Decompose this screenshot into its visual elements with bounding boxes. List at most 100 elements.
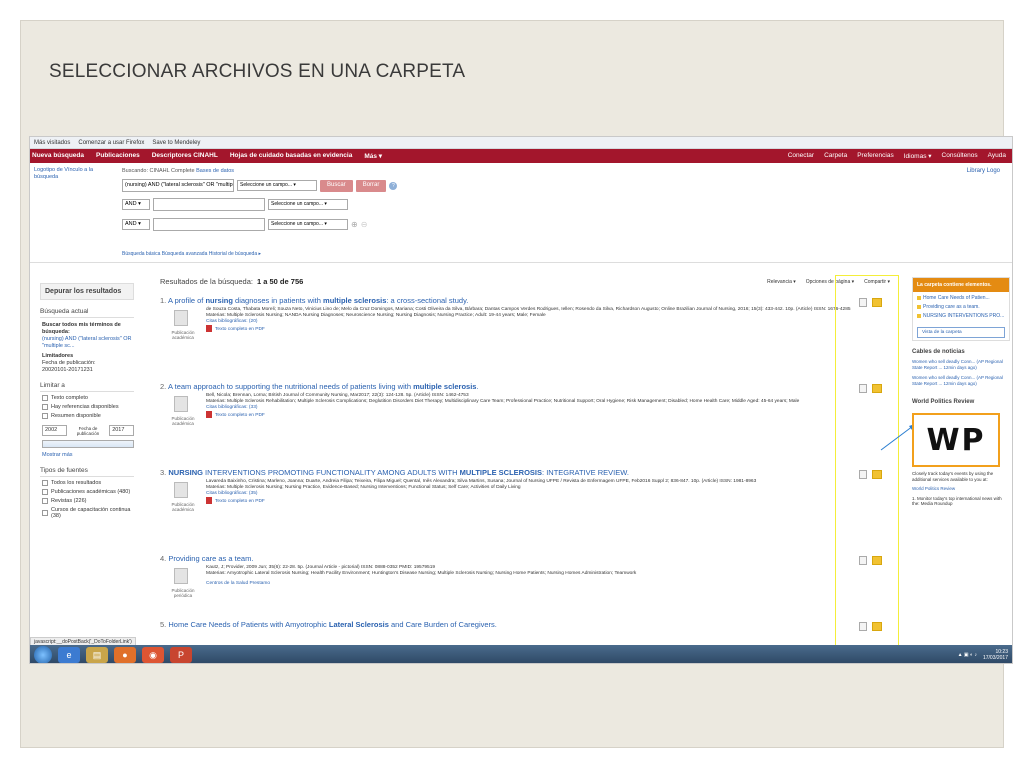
source-types-heading[interactable]: Tipos de fuentes: [40, 467, 134, 477]
field-select-2[interactable]: Seleccione un campo... ▾: [268, 199, 348, 210]
search-mode-links[interactable]: Búsqueda básica Búsqueda avanzada Histor…: [122, 251, 261, 257]
ie-icon[interactable]: e: [58, 647, 80, 663]
folder-item[interactable]: Providing care as a team.: [917, 304, 1005, 310]
result-item: 4. Providing care as a team. Publicación…: [160, 554, 890, 618]
nav-languages[interactable]: Idiomas ▾: [904, 152, 932, 160]
bookmark-item[interactable]: Más visitados: [34, 140, 70, 146]
folder-item[interactable]: Home Care Needs of Patien...: [917, 295, 1005, 301]
tray-icons[interactable]: ▲ ▣ ◐ ♪: [958, 652, 977, 658]
result-title[interactable]: 5. Home Care Needs of Patients with Amyo…: [160, 620, 890, 629]
find-all-value[interactable]: (nursing) AND ("lateral sclerosis" OR "m…: [42, 336, 134, 350]
limit-option[interactable]: Texto completo: [42, 395, 134, 401]
source-option[interactable]: Cursos de capacitación continua (38): [42, 507, 134, 519]
world-politics-logo[interactable]: WP: [912, 413, 1000, 467]
firefox-icon[interactable]: ●: [114, 647, 136, 663]
result-item: 1. A profile of nursing diagnoses in pat…: [160, 296, 890, 372]
nav-preferences[interactable]: Preferencias: [857, 152, 894, 160]
field-select[interactable]: Seleccione un campo... ▾: [237, 180, 317, 191]
search-input[interactable]: (nursing) AND ("lateral sclerosis" OR "m…: [122, 179, 234, 192]
date-slider[interactable]: [42, 440, 134, 448]
source-option[interactable]: Todos los resultados: [42, 480, 134, 486]
limit-to-heading[interactable]: Limitar a: [40, 382, 134, 392]
right-sidebar: La carpeta contiene elementos. Home Care…: [912, 277, 1010, 647]
boolean-select[interactable]: AND ▾: [122, 199, 150, 210]
nav-more[interactable]: Más ▾: [364, 152, 382, 160]
boolean-select-3[interactable]: AND ▾: [122, 219, 150, 230]
checkbox[interactable]: [42, 395, 48, 401]
search-area: Logotipo de Vínculo a la búsqueda Buscan…: [30, 163, 1012, 263]
nav-signin[interactable]: Conectar: [788, 152, 814, 160]
limit-option-label: Texto completo: [51, 395, 88, 401]
search-input-2[interactable]: [153, 198, 265, 211]
nav-publications[interactable]: Publicaciones: [96, 152, 140, 160]
result-title[interactable]: 2. A team approach to supporting the nut…: [160, 382, 890, 391]
show-more-link[interactable]: Mostrar más: [42, 452, 134, 459]
news-item[interactable]: Women who sell deadly Conn... (AP Region…: [912, 375, 1010, 387]
source-option-label: Todos los resultados: [51, 480, 102, 486]
checkbox[interactable]: [42, 489, 48, 495]
checkbox[interactable]: [42, 480, 48, 486]
bookmark-item[interactable]: Save to Mendeley: [152, 140, 200, 146]
result-details: Kautz, J; Provider, 2009 Jun; 35(6): 22-…: [206, 565, 866, 587]
library-loan-link[interactable]: Centros de la Salud Prestamo: [206, 581, 866, 587]
source-option-label: Revistas (226): [51, 498, 87, 504]
add-row-icon[interactable]: ⊕: [351, 220, 358, 229]
limit-option-label: Resumen disponible: [51, 413, 101, 419]
search-input-3[interactable]: [153, 218, 265, 231]
wp-description: Closely track today's events by using th…: [912, 471, 994, 482]
checkbox[interactable]: [42, 413, 48, 419]
year-to-input[interactable]: 2017: [109, 425, 134, 436]
checkbox[interactable]: [42, 498, 48, 504]
folder-item[interactable]: NURSING INTERVENTIONS PRO...: [917, 313, 1005, 319]
field-select-3[interactable]: Seleccione un campo... ▾: [268, 219, 348, 230]
result-title[interactable]: 3. NURSING INTERVENTIONS PROMOTING FUNCT…: [160, 468, 890, 477]
search-button[interactable]: Buscar: [320, 179, 353, 192]
institution-link[interactable]: Logotipo de Vínculo a la búsqueda: [34, 167, 114, 181]
wp-heading[interactable]: World Politics Review: [912, 399, 1010, 405]
help-icon[interactable]: ?: [389, 181, 398, 190]
nav-care-sheets[interactable]: Hojas de cuidado basadas en evidencia: [230, 152, 352, 160]
start-button-icon[interactable]: [34, 646, 52, 663]
results-list: Resultados de la búsqueda: 1 a 50 de 756…: [160, 277, 890, 647]
browser-screenshot: Más visitados Comenzar a usar Firefox Sa…: [29, 136, 1013, 664]
pdf-link[interactable]: Texto completo en PDF: [206, 497, 866, 505]
wp-link[interactable]: World Politics Review: [912, 486, 1010, 492]
choose-database-link[interactable]: Bases de datos: [196, 168, 234, 174]
year-range: 2002 Fecha de publicación 2017: [42, 425, 134, 436]
result-title[interactable]: 4. Providing care as a team.: [160, 554, 890, 563]
source-option[interactable]: Publicaciones académicas (480): [42, 489, 134, 495]
clear-button[interactable]: Borrar: [355, 179, 387, 192]
result-details: de Souza Costa, Thabata Moreli; Souza Ne…: [206, 307, 866, 333]
checkbox[interactable]: [42, 404, 48, 410]
checkbox[interactable]: [42, 510, 48, 516]
remove-row-icon[interactable]: ⊖: [361, 220, 368, 229]
nav-descriptors[interactable]: Descriptores CINAHL: [152, 152, 218, 160]
nav-help[interactable]: Ayuda: [988, 152, 1006, 160]
sort-relevance-dropdown[interactable]: Relevancia ▾: [767, 279, 796, 285]
powerpoint-icon[interactable]: P: [170, 647, 192, 663]
limit-option-label: Hay referencias disponibles: [51, 404, 119, 410]
document-icon: [174, 396, 188, 412]
limit-option[interactable]: Hay referencias disponibles: [42, 404, 134, 410]
explorer-folder-icon[interactable]: ▤: [86, 647, 108, 663]
bookmarks-bar: Más visitados Comenzar a usar Firefox Sa…: [30, 137, 1012, 149]
nav-new-search[interactable]: Nueva búsqueda: [32, 152, 84, 160]
year-from-input[interactable]: 2002: [42, 425, 67, 436]
pdf-link[interactable]: Texto completo en PDF: [206, 411, 866, 419]
bookmark-item[interactable]: Comenzar a usar Firefox: [78, 140, 144, 146]
pdf-link[interactable]: Texto completo en PDF: [206, 325, 866, 333]
folder-item-icon: [917, 296, 921, 300]
refine-sidebar: Depurar los resultados Búsqueda actual B…: [30, 277, 138, 647]
view-folder-link[interactable]: Vista de la carpeta: [917, 327, 1005, 338]
news-item[interactable]: Women who sell deadly Conn... (AP Region…: [912, 359, 1010, 371]
limit-option[interactable]: Resumen disponible: [42, 413, 134, 419]
document-icon: [174, 482, 188, 498]
source-option[interactable]: Revistas (226): [42, 498, 134, 504]
nav-contact[interactable]: Consúltenos: [942, 152, 978, 160]
current-search-heading[interactable]: Búsqueda actual: [40, 308, 134, 318]
chrome-icon[interactable]: ◉: [142, 647, 164, 663]
result-title[interactable]: 1. A profile of nursing diagnoses in pat…: [160, 296, 890, 305]
news-heading[interactable]: Cables de noticias: [912, 349, 1010, 355]
nav-folder[interactable]: Carpeta: [824, 152, 847, 160]
system-tray: ▲ ▣ ◐ ♪ 10:23 17/03/2017: [958, 649, 1012, 661]
